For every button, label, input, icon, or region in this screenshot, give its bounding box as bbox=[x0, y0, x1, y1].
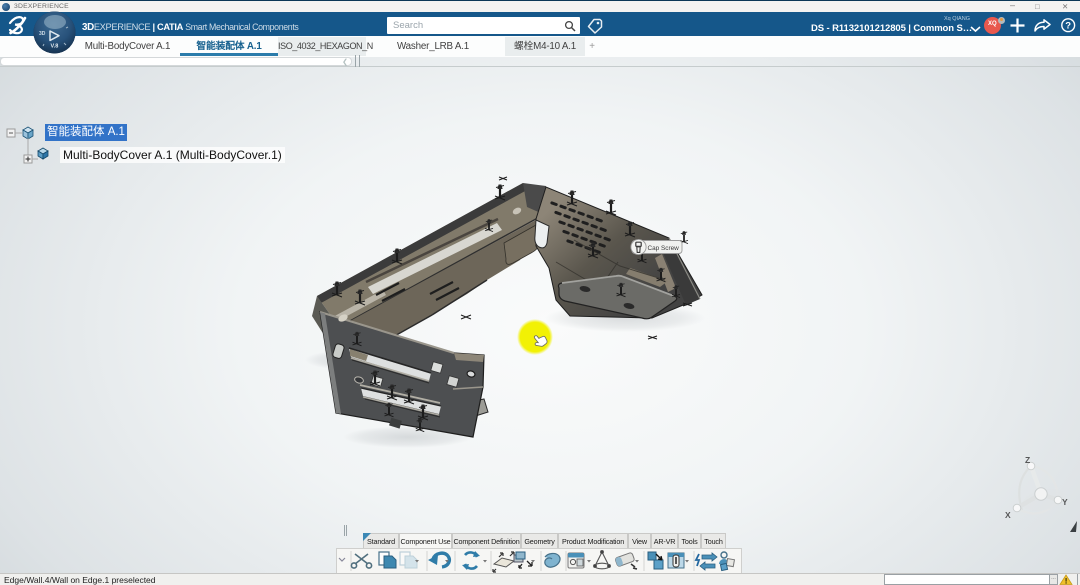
svg-text:Cap Screw: Cap Screw bbox=[648, 245, 680, 252]
svg-text:Z: Z bbox=[1025, 455, 1030, 465]
svg-text:3D: 3D bbox=[39, 31, 46, 37]
svg-text:V.8: V.8 bbox=[51, 44, 59, 50]
svg-text:Y: Y bbox=[1062, 497, 1068, 507]
svg-text:?: ? bbox=[1065, 21, 1071, 32]
svg-text:X: X bbox=[1005, 510, 1011, 520]
